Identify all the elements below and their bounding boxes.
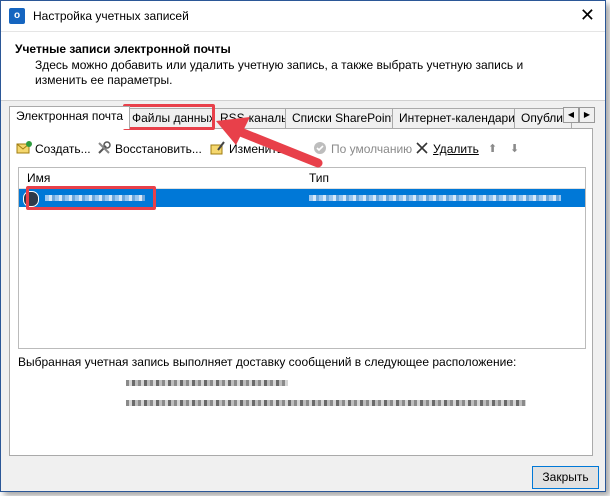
- outlook-app-icon: o: [9, 8, 25, 24]
- tab-internet-calendars[interactable]: Интернет-календари: [392, 108, 522, 128]
- header-description: Здесь можно добавить или удалить учетную…: [35, 58, 524, 87]
- create-label: Создать...: [35, 142, 91, 156]
- column-name-header[interactable]: Имя: [27, 168, 50, 188]
- dialog-header: Учетные записи электронной почты Здесь м…: [1, 32, 605, 101]
- set-default-label: По умолчанию: [331, 142, 413, 156]
- delete-x-icon: [416, 142, 428, 154]
- data-files-tab-highlight: [123, 104, 215, 130]
- move-down-icon[interactable]: ⬇: [510, 139, 519, 159]
- set-default-button[interactable]: По умолчанию: [312, 139, 412, 159]
- delivery-path-redacted: [126, 400, 526, 406]
- account-settings-window: o Настройка учетных записей ✕ Учетные за…: [0, 0, 606, 492]
- tab-scroll-left-icon[interactable]: ◀: [563, 107, 579, 123]
- close-button[interactable]: Закрыть: [532, 466, 599, 489]
- delete-label: Удалить: [433, 142, 479, 156]
- arrow-pointer-icon: [216, 117, 323, 168]
- window-close-icon[interactable]: ✕: [580, 5, 595, 25]
- window-title: Настройка учетных записей: [33, 9, 189, 23]
- move-up-icon[interactable]: ⬆: [488, 139, 497, 159]
- header-title: Учетные записи электронной почты: [15, 42, 231, 56]
- account-type-redacted: [309, 195, 561, 201]
- tab-email[interactable]: Электронная почта: [9, 106, 131, 129]
- tab-scroll-right-icon[interactable]: ▶: [579, 107, 595, 123]
- repair-tools-icon: [98, 141, 111, 154]
- delivery-mailbox-redacted: [126, 380, 288, 386]
- column-type-header[interactable]: Тип: [309, 168, 329, 188]
- title-bar[interactable]: o Настройка учетных записей ✕: [1, 1, 605, 32]
- account-row-highlight: [26, 186, 156, 210]
- delivery-location-label: Выбранная учетная запись выполняет доста…: [18, 355, 517, 369]
- restore-button[interactable]: Восстановить...: [96, 139, 202, 159]
- delete-button[interactable]: Удалить: [414, 139, 479, 159]
- email-accounts-panel: Создать... Восстановить... Изменить... П…: [9, 128, 593, 456]
- new-account-icon: [16, 141, 32, 154]
- create-button[interactable]: Создать...: [16, 139, 91, 159]
- restore-label: Восстановить...: [115, 142, 202, 156]
